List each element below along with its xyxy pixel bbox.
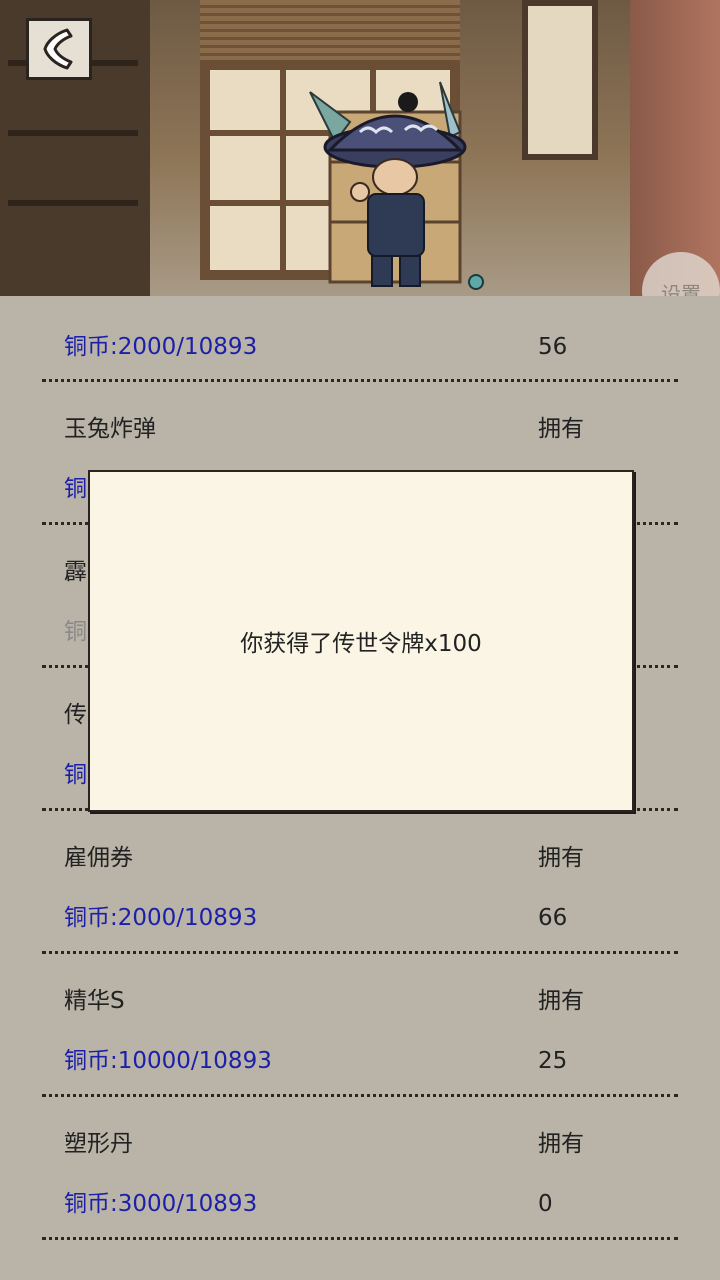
- back-chevron-icon: [43, 28, 73, 70]
- item-cost: 铜: [64, 619, 87, 645]
- item-cost: 铜: [64, 476, 87, 502]
- row-divider: [42, 951, 678, 954]
- item-cost: 铜币:2000/10893: [64, 334, 258, 360]
- item-name[interactable]: 霹: [64, 557, 87, 587]
- item-owned-count: 25: [538, 1048, 568, 1074]
- item-cost: 铜: [64, 762, 87, 788]
- item-own-label: 拥有: [538, 845, 584, 871]
- item-owned-count: 56: [538, 334, 568, 360]
- row-divider: [42, 1094, 678, 1097]
- reward-dialog[interactable]: 你获得了传世令牌x100: [88, 470, 634, 812]
- item-name[interactable]: 雇佣券: [64, 843, 133, 873]
- back-button[interactable]: [26, 18, 92, 80]
- item-own-label: 拥有: [538, 416, 584, 442]
- item-name[interactable]: 塑形丹: [64, 1129, 133, 1159]
- row-divider: [42, 379, 678, 382]
- item-cost: 铜币:10000/10893: [64, 1048, 272, 1074]
- item-owned-count: 66: [538, 905, 568, 931]
- row-divider: [42, 1237, 678, 1240]
- item-cost: 铜币:2000/10893: [64, 905, 258, 931]
- merchant-character: [309, 81, 484, 290]
- item-name[interactable]: 精华S: [64, 986, 125, 1016]
- item-name[interactable]: 玉兔炸弹: [64, 414, 156, 444]
- wall-scroll-painting: [522, 0, 598, 160]
- item-cost: 铜币:3000/10893: [64, 1191, 258, 1217]
- item-own-label: 拥有: [538, 1131, 584, 1157]
- item-own-label: 拥有: [538, 988, 584, 1014]
- shop-scene-background: [0, 0, 720, 296]
- item-name[interactable]: 传: [64, 700, 87, 730]
- reward-message: 你获得了传世令牌x100: [240, 631, 482, 657]
- item-owned-count: 0: [538, 1191, 553, 1217]
